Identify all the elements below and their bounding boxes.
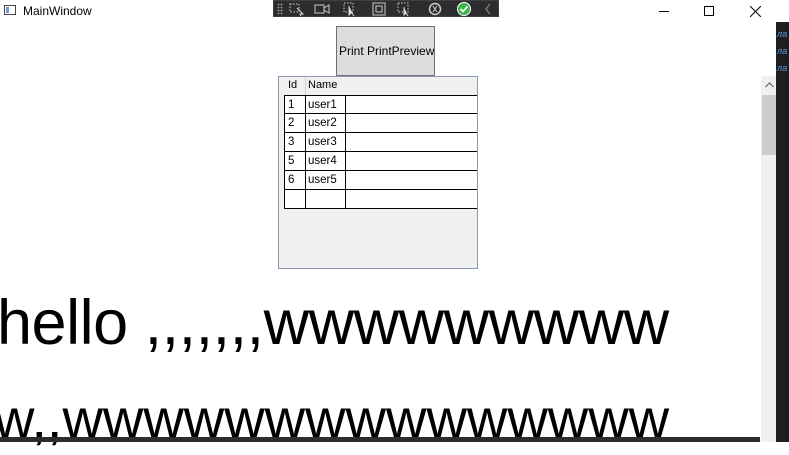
bottom-edge-bar (0, 437, 760, 442)
cell-name[interactable]: user3 (308, 133, 337, 151)
scroll-thumb[interactable] (762, 95, 777, 155)
chevron-up-icon (765, 81, 774, 87)
cell-name[interactable]: user2 (308, 114, 337, 132)
cell-id[interactable]: 5 (288, 152, 294, 170)
close-button[interactable] (732, 0, 778, 22)
cursor-select-icon[interactable] (343, 2, 359, 16)
close-icon (749, 5, 761, 17)
cell-id[interactable]: 1 (288, 96, 294, 114)
table-row[interactable]: 2 user2 (284, 114, 477, 133)
column-header-name[interactable]: Name (308, 77, 337, 95)
content-text-line-1: hello ,,,,,,,wwwwwwwww (0, 288, 669, 358)
select-element-icon[interactable] (289, 2, 305, 16)
editor-text-fragment: ла (777, 63, 788, 73)
background-editor-strip: ла ла ла (776, 22, 789, 442)
column-header-id[interactable]: Id (288, 77, 297, 95)
window-title: MainWindow (23, 4, 92, 18)
table-row[interactable]: 3 user3 (284, 133, 477, 152)
toolbar-grip[interactable] (277, 3, 283, 15)
users-datagrid[interactable]: Id Name 1 user1 2 user2 3 user3 5 user4 … (278, 76, 478, 269)
table-row[interactable]: 5 user4 (284, 152, 477, 171)
track-focus-icon[interactable] (397, 2, 413, 16)
table-row[interactable]: 1 user1 (284, 95, 477, 114)
collapse-chevron-icon[interactable] (483, 2, 493, 16)
xaml-debug-toolbar (273, 0, 499, 17)
new-item-row[interactable] (284, 190, 477, 209)
cell-name[interactable]: user5 (308, 171, 337, 189)
editor-text-fragment: ла (777, 29, 788, 39)
record-icon[interactable] (314, 2, 330, 16)
table-row[interactable]: 6 user5 (284, 171, 477, 190)
maximize-button[interactable] (686, 0, 732, 22)
binding-check-icon[interactable] (456, 2, 472, 16)
cell-name[interactable]: user1 (308, 96, 337, 114)
maximize-icon (704, 6, 714, 16)
cell-id[interactable]: 2 (288, 114, 294, 132)
editor-text-fragment: ла (777, 46, 788, 56)
app-window-icon (4, 5, 16, 15)
layout-adorner-icon[interactable] (371, 2, 387, 16)
grid-header-row: Id Name (284, 77, 477, 95)
minimize-button[interactable] (641, 0, 687, 22)
minimize-icon (659, 11, 669, 12)
cell-id[interactable]: 3 (288, 133, 294, 151)
content-text-line-2: w,,wwwwwwwwwwwwwww (0, 387, 670, 450)
cell-name[interactable]: user4 (308, 152, 337, 170)
hot-reload-icon[interactable] (427, 2, 443, 16)
print-preview-button[interactable]: Print PrintPreview0 (336, 26, 435, 76)
cell-id[interactable]: 6 (288, 171, 294, 189)
